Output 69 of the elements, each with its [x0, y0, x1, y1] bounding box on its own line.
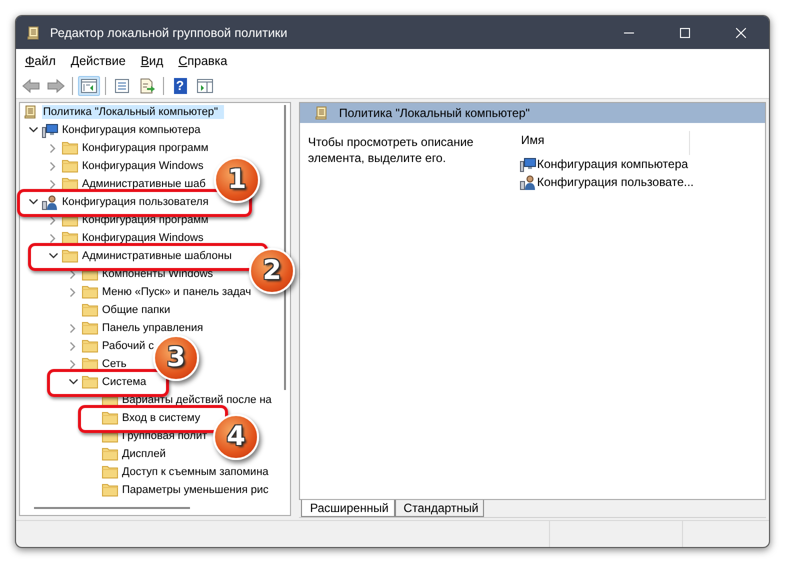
chevron-right-icon[interactable]	[50, 216, 56, 224]
user-icon	[42, 194, 58, 210]
list-item[interactable]: Конфигурация компьютера	[537, 157, 688, 171]
tree-item[interactable]: Дисплей	[121, 447, 167, 461]
chevron-right-icon[interactable]	[50, 162, 56, 170]
menu-item[interactable]: Справка	[171, 52, 236, 70]
close-icon	[736, 28, 746, 38]
column-header[interactable]: Имя	[520, 131, 690, 155]
folder-icon	[82, 375, 98, 389]
menu-item[interactable]: Действие	[64, 52, 134, 70]
tree-item[interactable]: Панель управления	[101, 321, 204, 335]
computer-icon	[42, 122, 58, 138]
tree-item[interactable]: Варианты действий после на	[121, 393, 273, 407]
list-item[interactable]: Конфигурация пользовате...	[537, 175, 694, 189]
folder-icon	[62, 231, 78, 245]
tree-item[interactable]: Конфигурация пользователя	[61, 195, 210, 209]
folder-icon	[62, 177, 78, 191]
tree-button[interactable]	[78, 76, 100, 96]
tree-item[interactable]: Конфигурация программ	[81, 141, 210, 155]
maximize-icon	[680, 28, 690, 38]
chevron-right-icon[interactable]	[50, 144, 56, 152]
tree-item[interactable]: Административные шаб	[81, 177, 207, 191]
tree-item[interactable]: Вход в систему	[121, 411, 202, 425]
tree-item[interactable]: Сеть	[101, 357, 128, 371]
chevron-right-icon[interactable]	[50, 234, 56, 242]
folder-icon	[82, 357, 98, 371]
folder-icon	[82, 339, 98, 353]
view-tab[interactable]: Расширенный	[301, 500, 395, 517]
description-text: Чтобы просмотреть описание элемента, выделите его.	[308, 134, 474, 167]
folder-icon	[82, 303, 98, 317]
folder-icon	[102, 411, 118, 425]
chevron-down-icon[interactable]	[28, 127, 38, 133]
menu-item[interactable]: Вид	[134, 52, 172, 70]
tree-item[interactable]: Доступ к съемным запомина	[121, 465, 270, 479]
chevron-down-icon[interactable]	[68, 379, 78, 385]
folder-icon	[62, 249, 78, 263]
chevron-right-icon[interactable]	[70, 288, 76, 296]
chevron-right-icon[interactable]	[70, 270, 76, 278]
tree-item[interactable]: Групповая полит	[121, 429, 208, 443]
folder-icon	[82, 321, 98, 335]
user-icon	[520, 174, 536, 190]
folder-icon	[62, 141, 78, 155]
folder-icon	[102, 483, 118, 497]
chevron-right-icon[interactable]	[70, 360, 76, 368]
tree-item[interactable]: Административные шаблоны	[81, 249, 233, 263]
chevron-down-icon[interactable]	[28, 199, 38, 205]
tree-item[interactable]: Конфигурация Windows	[81, 159, 204, 173]
tree-item[interactable]: Конфигурация Windows	[81, 231, 204, 245]
folder-icon	[102, 447, 118, 461]
tree-item[interactable]: Конфигурация программ	[81, 213, 210, 227]
tree-item[interactable]: Общие папки	[101, 303, 172, 317]
help-button[interactable]: ?	[169, 76, 191, 96]
chevron-down-icon[interactable]	[48, 253, 58, 259]
tree-item[interactable]: Политика "Локальный компьютер"	[42, 105, 224, 119]
tree-item[interactable]: Система	[101, 375, 148, 389]
folder-icon	[102, 465, 118, 479]
pane-title: Политика "Локальный компьютер"	[339, 106, 530, 120]
menu-item[interactable]: Файл	[18, 52, 64, 70]
folder-icon	[62, 159, 78, 173]
tree-item[interactable]: Параметры уменьшения рис	[121, 483, 270, 497]
chevron-right-icon[interactable]	[70, 324, 76, 332]
view-tab[interactable]: Стандартный	[394, 500, 484, 517]
window-title: Редактор локальной групповой политики	[50, 26, 288, 40]
folder-icon	[82, 285, 98, 299]
tree-item[interactable]: Рабочий с	[101, 339, 155, 353]
chevron-right-icon[interactable]	[50, 180, 56, 188]
computer-icon	[520, 156, 536, 172]
tree-item[interactable]: Конфигурация компьютера	[61, 123, 202, 137]
chevron-right-icon[interactable]	[70, 342, 76, 350]
